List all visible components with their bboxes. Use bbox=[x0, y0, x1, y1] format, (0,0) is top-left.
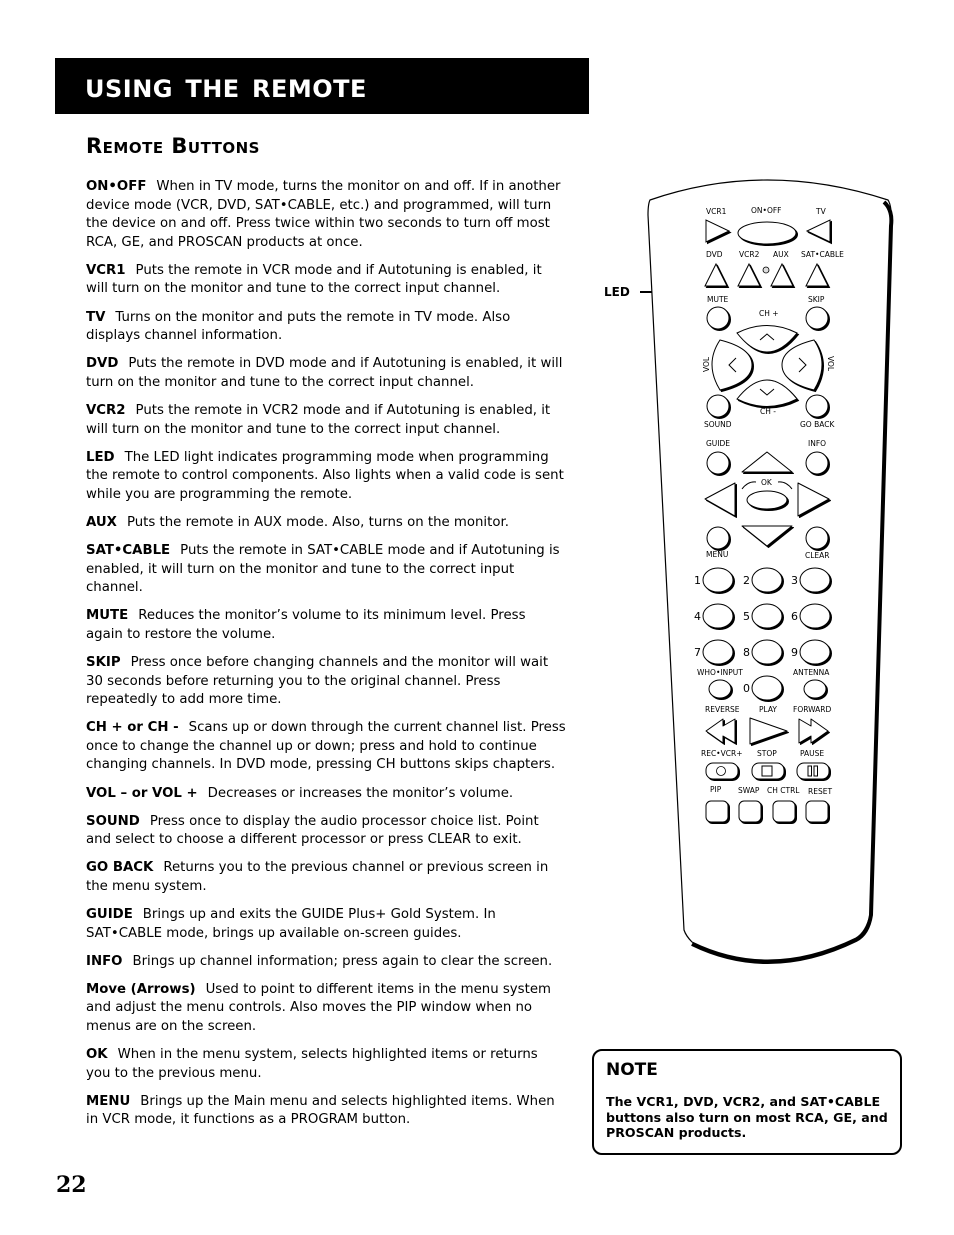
swap-label: SWAP bbox=[738, 786, 760, 795]
digit-label: 2 bbox=[743, 574, 750, 587]
note-text: The VCR1, DVD, VCR2, and SAT•CABLE butto… bbox=[606, 1094, 888, 1140]
guide-button[interactable] bbox=[706, 451, 730, 475]
digit-label: 1 bbox=[694, 574, 701, 587]
sat-cable-label: SAT•CABLE bbox=[801, 250, 844, 259]
digit-5-button[interactable] bbox=[751, 603, 783, 629]
ok-button[interactable] bbox=[746, 490, 788, 510]
go-back-button[interactable] bbox=[805, 394, 829, 418]
mute-button[interactable] bbox=[706, 306, 730, 330]
digit-label: 0 bbox=[743, 682, 750, 695]
vcr2-label: VCR2 bbox=[739, 250, 760, 259]
menu-label: MENU bbox=[706, 550, 728, 559]
who-input-button[interactable] bbox=[708, 679, 732, 699]
stop-icon bbox=[761, 765, 773, 777]
clear-button[interactable] bbox=[805, 526, 829, 550]
sound-label: SOUND bbox=[704, 420, 732, 429]
ch-ctrl-label: CH CTRL bbox=[767, 786, 800, 795]
ok-label: OK bbox=[761, 478, 773, 487]
digit-2-button[interactable] bbox=[751, 567, 783, 593]
vol-left-label: VOL bbox=[702, 356, 711, 372]
mute-label: MUTE bbox=[707, 295, 729, 304]
reset-label: RESET bbox=[808, 787, 832, 796]
record-icon bbox=[716, 766, 726, 776]
dvd-label: DVD bbox=[706, 250, 723, 259]
digit-8-button[interactable] bbox=[751, 639, 783, 665]
digit-label: 3 bbox=[791, 574, 798, 587]
note-box: NOTE The VCR1, DVD, VCR2, and SAT•CABLE … bbox=[592, 1049, 902, 1155]
reverse-label: REVERSE bbox=[705, 705, 740, 714]
go-back-label: GO BACK bbox=[800, 420, 835, 429]
skip-button[interactable] bbox=[805, 306, 829, 330]
ch-ctrl-button[interactable] bbox=[772, 800, 796, 823]
rec-vcr-label: REC•VCR+ bbox=[701, 749, 742, 758]
led-indicator bbox=[762, 266, 770, 274]
digit-label: 8 bbox=[743, 646, 750, 659]
ch-minus-label: CH - bbox=[760, 407, 776, 416]
pip-button[interactable] bbox=[705, 800, 729, 823]
digit-label: 9 bbox=[791, 646, 798, 659]
digit-6-button[interactable] bbox=[799, 603, 831, 629]
skip-label: SKIP bbox=[808, 295, 825, 304]
who-input-label: WHO•INPUT bbox=[697, 668, 743, 677]
stop-label: STOP bbox=[757, 749, 777, 758]
digit-7-button[interactable] bbox=[702, 639, 734, 665]
antenna-label: ANTENNA bbox=[793, 668, 830, 677]
guide-label: GUIDE bbox=[706, 439, 730, 448]
digit-4-button[interactable] bbox=[702, 603, 734, 629]
antenna-button[interactable] bbox=[803, 679, 827, 699]
note-title: NOTE bbox=[606, 1060, 658, 1080]
sound-button[interactable] bbox=[706, 394, 730, 418]
pause-label: PAUSE bbox=[800, 749, 824, 758]
digit-1-button[interactable] bbox=[702, 567, 734, 593]
digit-0-button[interactable] bbox=[751, 675, 783, 701]
digit-3-button[interactable] bbox=[799, 567, 831, 593]
vol-right-label: VOL bbox=[826, 356, 835, 372]
info-label: INFO bbox=[808, 439, 826, 448]
forward-label: FORWARD bbox=[793, 705, 831, 714]
play-label: PLAY bbox=[759, 705, 777, 714]
menu-button[interactable] bbox=[706, 526, 730, 550]
pip-label: PIP bbox=[710, 785, 722, 794]
swap-button[interactable] bbox=[738, 800, 762, 823]
vcr1-label: VCR1 bbox=[706, 207, 727, 216]
digit-label: 7 bbox=[694, 646, 701, 659]
info-button[interactable] bbox=[805, 451, 829, 475]
reset-button[interactable] bbox=[805, 800, 829, 823]
clear-label: CLEAR bbox=[805, 551, 830, 560]
digit-label: 5 bbox=[743, 610, 750, 623]
on-off-button[interactable] bbox=[737, 221, 797, 245]
tv-label: TV bbox=[815, 207, 827, 216]
digit-label: 6 bbox=[791, 610, 798, 623]
ch-plus-label: CH + bbox=[759, 309, 779, 318]
digit-9-button[interactable] bbox=[799, 639, 831, 665]
on-off-label: ON•OFF bbox=[751, 206, 781, 215]
digit-label: 4 bbox=[694, 610, 701, 623]
aux-label: AUX bbox=[773, 250, 789, 259]
pause-button[interactable] bbox=[796, 762, 830, 780]
